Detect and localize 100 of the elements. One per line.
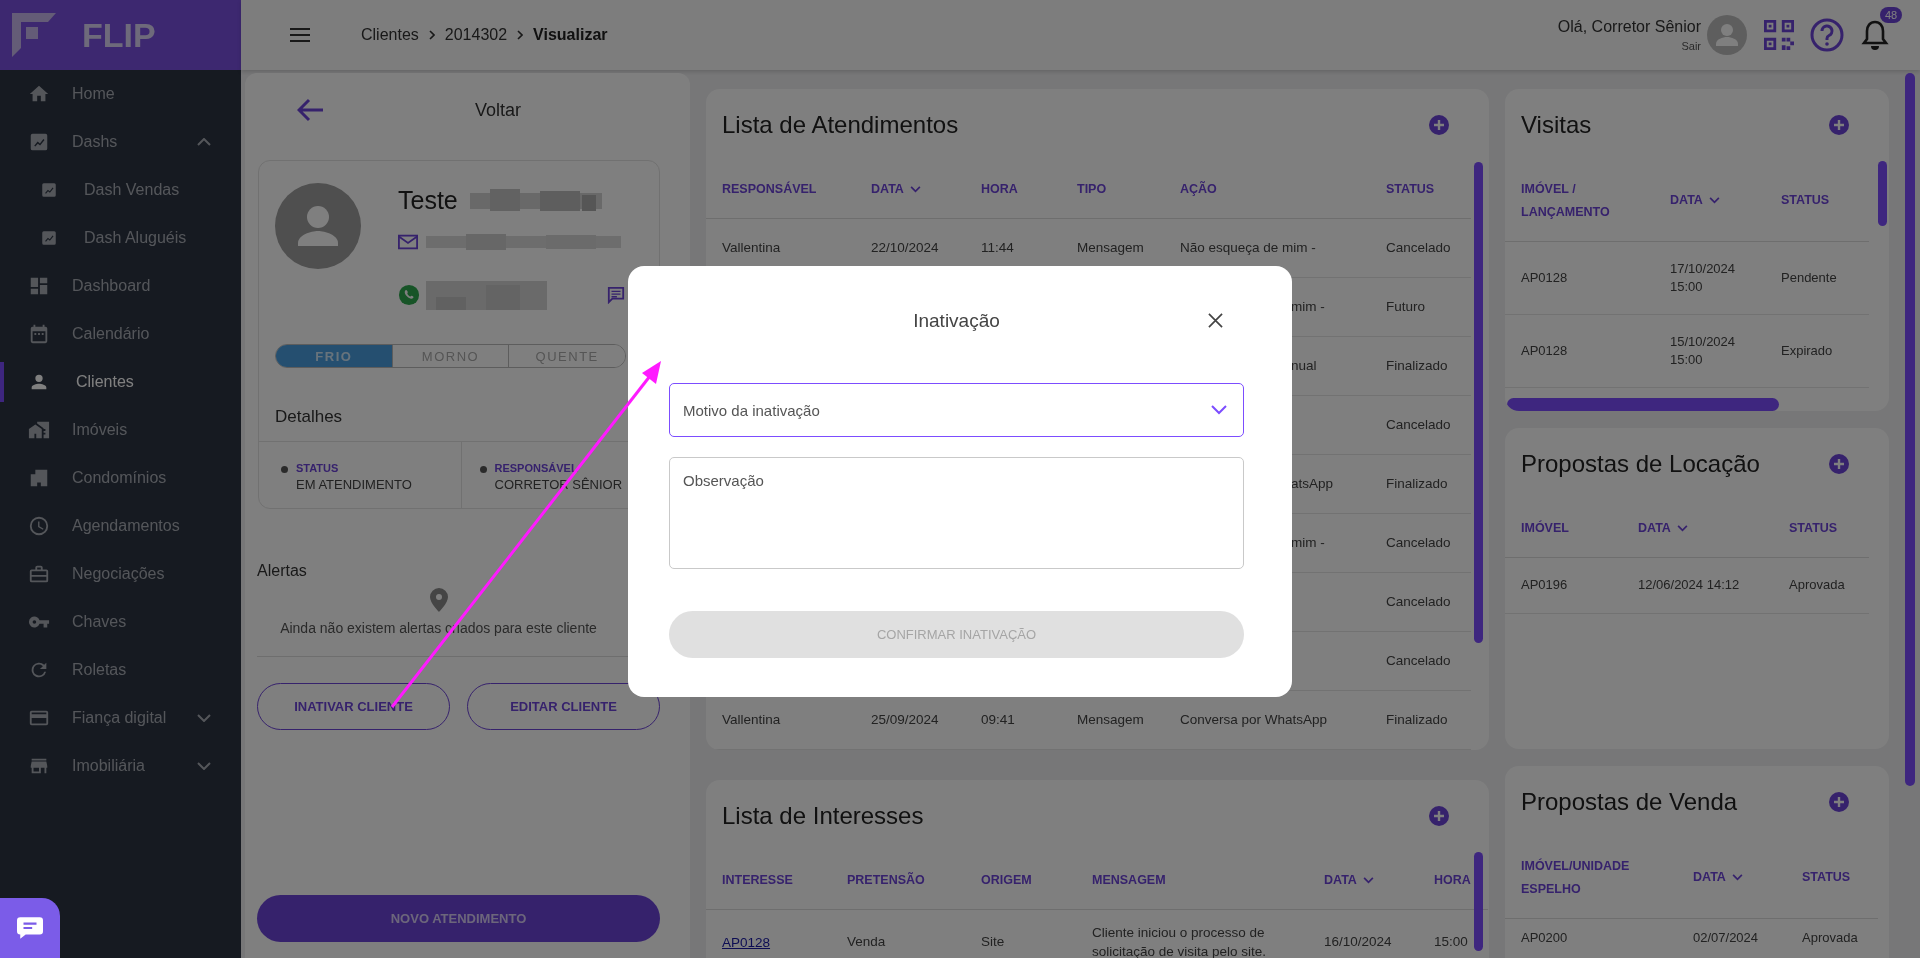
chevron-down-icon[interactable] (1731, 874, 1743, 881)
column-header[interactable]: PRETENSÃO (847, 868, 925, 892)
table-cell-text: mim - (1291, 533, 1325, 552)
table-cell-text: 15/10/2024 15:00 (1670, 332, 1737, 369)
grid-icon (28, 275, 50, 297)
sidebar-item[interactable]: Agendamentos (0, 502, 241, 550)
column-header[interactable]: HORA (1434, 868, 1471, 892)
column-header[interactable]: STATUS (1789, 516, 1838, 540)
sidebar-item[interactable]: Dashboard (0, 262, 241, 310)
table-cell-text: Mensagem (1077, 710, 1144, 729)
table-cell-text: Expirado (1781, 341, 1833, 360)
table-link[interactable]: AP0128 (722, 935, 771, 950)
table-cell-text: mim - (1291, 297, 1325, 316)
column-header[interactable]: RESPONSÁVEL (722, 177, 817, 201)
breadcrumb-item[interactable]: 2014302 (444, 26, 508, 44)
sidebar-item[interactable]: Imobiliária (0, 742, 241, 790)
chat-bubble-icon (17, 917, 43, 939)
sidebar-item[interactable]: Fiança digital (0, 694, 241, 742)
sidebar-item[interactable]: Home (0, 70, 241, 118)
sidebar-subitem[interactable]: Dash Aluguéis (0, 214, 241, 262)
column-header[interactable]: IMÓVEL/UNIDADE ESPELHO (1521, 855, 1633, 900)
sidebar-item[interactable]: Calendário (0, 310, 241, 358)
envelope-icon (398, 234, 418, 250)
scrollbar[interactable] (1878, 161, 1887, 226)
logo: FLIP (82, 15, 156, 55)
modal-title: Inativação (913, 309, 1000, 332)
table-cell-text: Cancelado (1386, 592, 1451, 611)
observation-field[interactable]: Observação (669, 457, 1244, 569)
primary-button[interactable]: NOVO ATENDIMENTO (257, 895, 660, 942)
column-header[interactable]: DATA (1638, 516, 1671, 540)
column-header[interactable]: TIPO (1077, 177, 1107, 201)
column-header[interactable]: STATUS (1781, 189, 1830, 212)
chevron-down-icon[interactable] (1362, 876, 1374, 884)
column-header[interactable]: STATUS (1386, 177, 1435, 201)
phone-chat-icon (398, 284, 420, 306)
qr-code-icon[interactable] (1764, 20, 1794, 50)
message-icon[interactable] (607, 286, 625, 304)
add-icon[interactable] (1829, 114, 1849, 135)
back-label[interactable]: Voltar (475, 99, 522, 121)
sidebar-item[interactable]: Chaves (0, 598, 241, 646)
table-cell: AP0196 (1521, 576, 1568, 595)
chevron-down-icon (1211, 405, 1227, 415)
sidebar-item[interactable]: Clientes (0, 358, 241, 406)
sidebar-item[interactable]: Dashs (0, 118, 241, 166)
briefcase-icon (28, 563, 50, 585)
column-header[interactable]: INTERESSE (722, 868, 793, 892)
chat-widget-button[interactable] (0, 898, 60, 958)
add-icon[interactable] (1429, 805, 1449, 826)
outline-button[interactable]: EDITAR CLIENTE (467, 683, 660, 730)
back-arrow-icon[interactable] (297, 98, 325, 122)
column-header[interactable]: IMÓVEL / LANÇAMENTO (1521, 178, 1633, 223)
column-header[interactable]: ORIGEM (981, 868, 1032, 892)
column-header[interactable]: DATA (1324, 868, 1357, 892)
table-cell: Aprovada (1789, 576, 1845, 595)
table-cell-text: Finalizado (1386, 710, 1448, 729)
add-icon[interactable] (1829, 791, 1849, 812)
sidebar-item[interactable]: Imóveis (0, 406, 241, 454)
chart-icon (28, 131, 50, 153)
column-header[interactable]: DATA (1670, 189, 1703, 212)
breadcrumb-item[interactable]: Clientes (361, 26, 419, 44)
column-header[interactable]: HORA (981, 177, 1018, 201)
table-cell-text: Finalizado (1386, 474, 1448, 493)
select-field[interactable]: Motivo da inativação (669, 383, 1244, 437)
sidebar-subitem[interactable]: Dash Vendas (0, 166, 241, 214)
column-header[interactable]: DATA (1693, 866, 1726, 889)
table-cell-text: nual (1291, 356, 1317, 375)
table-cell-text: Cancelado (1386, 651, 1451, 670)
table-cell-text: atsApp (1291, 474, 1334, 493)
scrollbar[interactable] (1474, 162, 1483, 643)
close-icon[interactable] (1208, 313, 1223, 328)
breadcrumb-item: Visualizar (533, 26, 608, 44)
chevron-right-icon (517, 30, 524, 40)
add-icon[interactable] (1829, 453, 1849, 474)
chevron-down-icon[interactable] (1676, 524, 1688, 532)
table-cell-text: Conversa por WhatsApp (1180, 710, 1328, 729)
column-header[interactable]: MENSAGEM (1092, 868, 1166, 892)
table-cell-text: 17/10/2024 15:00 (1670, 259, 1737, 296)
chevron-down-icon[interactable] (909, 185, 921, 193)
scrollbar[interactable] (1474, 852, 1483, 951)
chevron-down-icon[interactable] (1708, 197, 1720, 204)
column-header[interactable]: STATUS (1802, 866, 1851, 889)
table-cell-text: Cliente iniciou o processo de solicitação de visita pelo site. (1092, 923, 1268, 958)
column-header[interactable]: AÇÃO (1180, 177, 1217, 201)
help-icon[interactable] (1810, 18, 1844, 52)
column-header[interactable]: IMÓVEL (1521, 516, 1569, 540)
outline-button[interactable]: INATIVAR CLIENTE (257, 683, 450, 730)
scrollbar[interactable] (1507, 398, 1779, 411)
house-icon (28, 419, 50, 441)
sidebar-item[interactable]: Roletas (0, 646, 241, 694)
scrollbar[interactable] (1905, 73, 1915, 786)
sidebar-item[interactable]: Negociações (0, 550, 241, 598)
add-icon[interactable] (1429, 114, 1449, 135)
card-title: Visitas (1521, 110, 1592, 139)
menu-icon[interactable] (290, 28, 310, 42)
bell-icon[interactable] (1860, 19, 1890, 51)
sidebar-item[interactable]: Condomínios (0, 454, 241, 502)
column-header[interactable]: DATA (871, 177, 904, 201)
logout-link[interactable]: Sair (1681, 40, 1701, 52)
chart-icon (40, 229, 58, 247)
temperature-tab[interactable]: FRIO (276, 345, 392, 367)
